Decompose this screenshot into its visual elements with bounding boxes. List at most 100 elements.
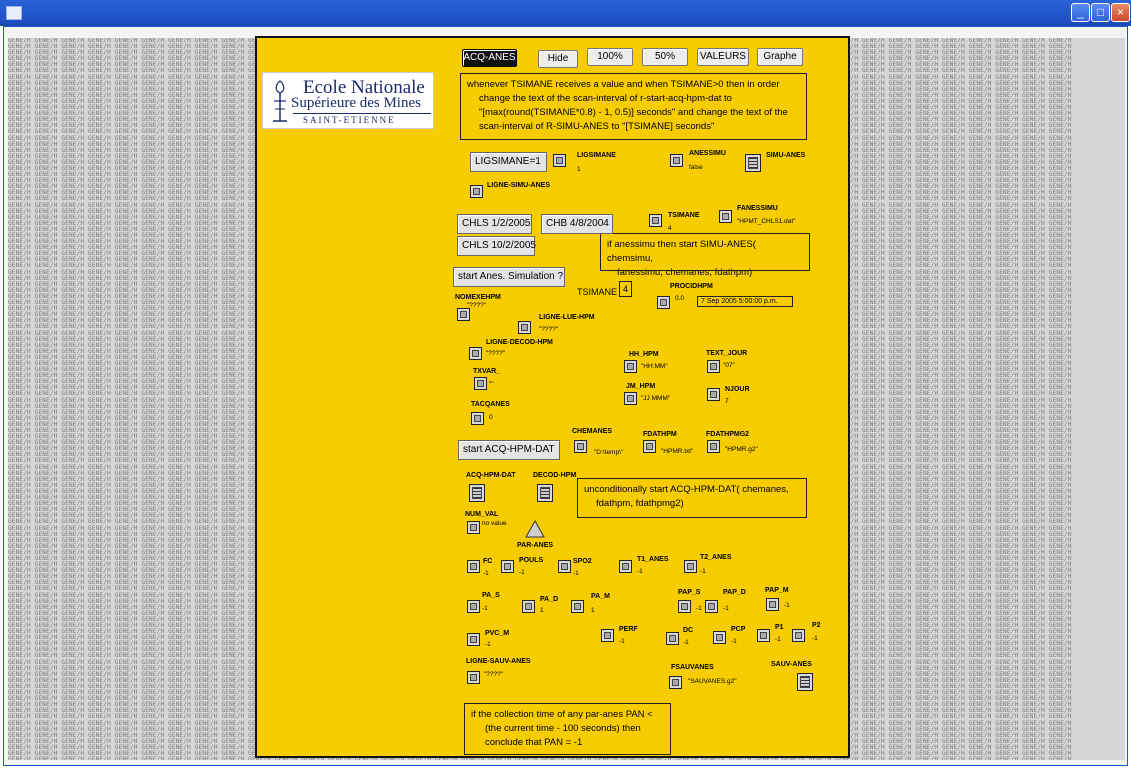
jm-hpm-value: "JJ MMM" bbox=[641, 395, 671, 402]
acq-hpm-dat-object-icon[interactable] bbox=[469, 484, 485, 502]
maximize-button[interactable]: □ bbox=[1091, 3, 1110, 22]
anessimu-label: ANESSIMU bbox=[689, 150, 726, 157]
jm-hpm-object-icon[interactable] bbox=[624, 392, 637, 405]
fanessimu-object-icon[interactable] bbox=[719, 210, 732, 223]
p2-label: P2 bbox=[812, 622, 821, 629]
pa-m-object-icon[interactable] bbox=[571, 600, 584, 613]
rule-line: unconditionally start ACQ-HPM-DAT( chema… bbox=[584, 484, 789, 495]
pvc-m-object-icon[interactable] bbox=[467, 633, 480, 646]
fdathpmg2-object-icon[interactable] bbox=[707, 440, 720, 453]
zoom-100-button[interactable]: 100% bbox=[587, 48, 633, 66]
tsimane-value[interactable]: 4 bbox=[619, 281, 633, 297]
pap-s-value: -1 bbox=[696, 605, 702, 612]
njour-object-icon[interactable] bbox=[707, 388, 720, 401]
procidhpm-label: PROCIDHPM bbox=[670, 283, 713, 290]
fanessimu-label: FANESSIMU bbox=[737, 205, 778, 212]
chls-10-2-2005-button[interactable]: CHLS 10/2/2005 bbox=[457, 236, 536, 256]
ligne-lue-hpm-object-icon[interactable] bbox=[518, 321, 531, 334]
pap-d-object-icon[interactable] bbox=[705, 600, 718, 613]
ligsimane-label: LIGSIMANE bbox=[577, 152, 616, 159]
ligsimane-button[interactable]: LIGSIMANE=1 bbox=[470, 152, 547, 172]
fdathpm-object-icon[interactable] bbox=[643, 440, 656, 453]
num-val-object-icon[interactable] bbox=[467, 521, 480, 534]
minimize-button[interactable]: _ bbox=[1071, 3, 1090, 22]
pouls-value: -1 bbox=[519, 569, 525, 576]
app-icon[interactable] bbox=[6, 6, 22, 20]
num-val-value: no value bbox=[482, 520, 507, 527]
hh-hpm-object-icon[interactable] bbox=[624, 360, 637, 373]
close-button[interactable]: × bbox=[1111, 3, 1130, 22]
p2-object-icon[interactable] bbox=[792, 629, 805, 642]
start-acq-hpm-dat-button[interactable]: start ACQ-HPM-DAT bbox=[458, 440, 560, 460]
ligne-lue-hpm-label: LIGNE-LUE-HPM bbox=[539, 314, 595, 321]
start-anes-simulation-button[interactable]: start Anes. Simulation ? bbox=[453, 267, 565, 287]
valeurs-button[interactable]: VALEURS bbox=[697, 48, 749, 66]
rule-line: if the collection time of any par-anes P… bbox=[471, 709, 653, 720]
hide-button[interactable]: Hide bbox=[538, 50, 578, 68]
pap-s-label: PAP_S bbox=[678, 589, 701, 596]
chls-1-2-2005-button[interactable]: CHLS 1/2/2005 bbox=[457, 214, 532, 234]
simu-anes-object-icon[interactable] bbox=[745, 154, 761, 172]
pa-d-object-icon[interactable] bbox=[522, 600, 535, 613]
fc-label: FC bbox=[483, 558, 493, 565]
fdathpmg2-value: "HPMR.g2" bbox=[725, 446, 758, 453]
procidhpm-value: 0.0 bbox=[675, 295, 685, 302]
pa-s-object-icon[interactable] bbox=[467, 600, 480, 613]
procidhpm-object-icon[interactable] bbox=[657, 296, 670, 309]
pap-m-object-icon[interactable] bbox=[766, 598, 779, 611]
par-anes-triangle-icon[interactable] bbox=[525, 520, 545, 538]
tsimane-label: TSIMANE bbox=[577, 287, 618, 297]
spo2-object-icon[interactable] bbox=[558, 560, 571, 573]
rule-line: "[max(round(TSIMANE*0.8) - 1, 0.5)] seco… bbox=[479, 107, 788, 118]
t2-anes-label: T2_ANES bbox=[700, 554, 732, 561]
pa-d-value: 1 bbox=[540, 607, 544, 614]
p1-value: -1 bbox=[775, 636, 781, 643]
t1-anes-object-icon[interactable] bbox=[619, 560, 632, 573]
hh-hpm-value: "HH:MM" bbox=[641, 363, 668, 370]
acq-anes-button[interactable]: ACQ-ANES bbox=[462, 49, 517, 67]
rule-par-anes[interactable]: if the collection time of any par-anes P… bbox=[464, 703, 671, 755]
anessimu-object-icon[interactable] bbox=[670, 154, 683, 167]
g2-workspace[interactable]: ACQ-ANES Hide 100% 50% VALEURS Graphe Ec… bbox=[255, 36, 850, 758]
ligne-sauv-anes-object-icon[interactable] bbox=[467, 671, 480, 684]
fdathpmg2-label: FDATHPMG2 bbox=[706, 431, 750, 438]
chemanes-object-icon[interactable] bbox=[574, 440, 587, 453]
ligne-decod-hpm-object-icon[interactable] bbox=[469, 347, 482, 360]
rule-line: fanessimu, chemanes, fdathpm) bbox=[617, 267, 753, 278]
window-titlebar[interactable]: _ □ × bbox=[0, 0, 1131, 26]
njour-value: 7 bbox=[725, 398, 729, 405]
simu-anes-label: SIMU-ANES bbox=[766, 152, 806, 159]
txvar-object-icon[interactable] bbox=[474, 377, 487, 390]
chemanes-value: "D:\temp\" bbox=[594, 449, 624, 456]
pap-s-object-icon[interactable] bbox=[678, 600, 691, 613]
ligne-simu-anes-object-icon[interactable] bbox=[470, 185, 483, 198]
ligsimane-object-icon[interactable] bbox=[553, 154, 566, 167]
rule-tsimane[interactable]: whenever TSIMANE receives a value and wh… bbox=[460, 73, 807, 140]
logo-emblem bbox=[273, 80, 287, 122]
p1-object-icon[interactable] bbox=[757, 629, 770, 642]
tacqanes-value: 0 bbox=[489, 414, 493, 421]
tsimane-object-icon[interactable] bbox=[649, 214, 662, 227]
perf-object-icon[interactable] bbox=[601, 629, 614, 642]
fdathpm-value: "HPMR.txt" bbox=[661, 448, 694, 455]
pcp-object-icon[interactable] bbox=[713, 631, 726, 644]
fc-object-icon[interactable] bbox=[467, 560, 480, 573]
sauv-anes-object-icon[interactable] bbox=[797, 673, 813, 691]
chb-4-8-2004-button[interactable]: CHB 4/8/2004 bbox=[541, 214, 613, 234]
pa-s-value: -1 bbox=[482, 605, 488, 612]
t2-anes-object-icon[interactable] bbox=[684, 560, 697, 573]
decod-hpm-object-icon[interactable] bbox=[537, 484, 553, 502]
rule-anessimu[interactable]: if anessimu then start SIMU-ANES( chemsi… bbox=[600, 233, 810, 278]
chemanes-label: CHEMANES bbox=[572, 428, 613, 435]
pouls-object-icon[interactable] bbox=[501, 560, 514, 573]
rule-acq-hpm-dat[interactable]: unconditionally start ACQ-HPM-DAT( chema… bbox=[577, 478, 807, 518]
graphe-button[interactable]: Graphe bbox=[757, 48, 803, 66]
jm-hpm-label: JM_HPM bbox=[626, 383, 656, 390]
fsauvanes-object-icon[interactable] bbox=[669, 676, 682, 689]
dc-object-icon[interactable] bbox=[666, 632, 679, 645]
text-jour-object-icon[interactable] bbox=[707, 360, 720, 373]
zoom-50-button[interactable]: 50% bbox=[642, 48, 688, 66]
ligsimane-value: 1 bbox=[577, 166, 581, 173]
nomexehpm-object-icon[interactable] bbox=[457, 308, 470, 321]
tacqanes-object-icon[interactable] bbox=[471, 412, 484, 425]
